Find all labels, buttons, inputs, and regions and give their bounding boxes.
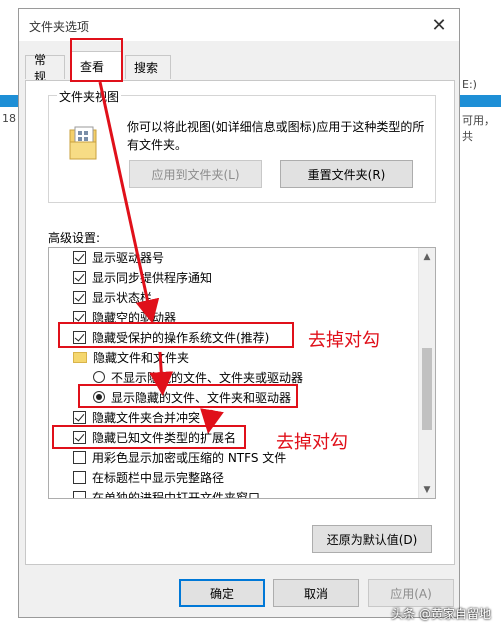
- list-item[interactable]: 隐藏已知文件类型的扩展名: [73, 427, 236, 447]
- close-icon: ✕: [431, 14, 447, 36]
- checkbox[interactable]: [73, 410, 86, 424]
- radio-button[interactable]: [93, 391, 105, 403]
- vertical-scrollbar[interactable]: ▲ ▼: [418, 248, 435, 498]
- list-item[interactable]: 显示隐藏的文件、文件夹和驱动器: [93, 387, 291, 407]
- checkbox[interactable]: [73, 470, 86, 484]
- reset-folders-button[interactable]: 重置文件夹(R): [280, 160, 413, 188]
- dialog-title: 文件夹选项: [29, 20, 90, 34]
- background-window-highlight: [0, 95, 20, 107]
- advanced-settings-label: 高级设置:: [48, 231, 101, 245]
- list-item[interactable]: 显示同步提供程序通知: [73, 267, 212, 287]
- annotation-remove-check-1: 去掉对勾: [308, 330, 380, 351]
- list-item-label: 显示状态栏: [92, 290, 153, 305]
- list-item[interactable]: 隐藏文件夹合并冲突: [73, 407, 200, 427]
- list-item-label: 显示同步提供程序通知: [92, 270, 213, 285]
- list-item-label: 隐藏文件夹合并冲突: [92, 410, 201, 425]
- checkbox[interactable]: [73, 310, 86, 324]
- restore-defaults-button[interactable]: 还原为默认值(D): [312, 525, 432, 553]
- list-item-label: 显示隐藏的文件、文件夹和驱动器: [111, 390, 292, 405]
- advanced-settings-list[interactable]: 显示驱动器号 显示同步提供程序通知 显示状态栏 隐藏空的驱动器 隐藏受保护的操作…: [48, 247, 436, 499]
- list-item[interactable]: 隐藏受保护的操作系统文件(推荐): [73, 327, 269, 347]
- close-button[interactable]: ✕: [419, 9, 459, 41]
- apply-button[interactable]: 应用(A): [368, 579, 454, 607]
- list-item[interactable]: 在标题栏中显示完整路径: [73, 467, 224, 487]
- background-text-left: 18: [2, 112, 16, 125]
- list-item-label: 隐藏已知文件类型的扩展名: [92, 430, 237, 445]
- list-item-label: 隐藏文件和文件夹: [93, 350, 190, 365]
- list-item[interactable]: 在单独的进程中打开文件夹窗口: [73, 487, 261, 499]
- title-bar: 文件夹选项 ✕: [19, 9, 459, 41]
- list-item-label: 隐藏空的驱动器: [92, 310, 177, 325]
- apply-to-folders-button[interactable]: 应用到文件夹(L): [129, 160, 262, 188]
- cancel-button[interactable]: 取消: [273, 579, 359, 607]
- checkbox[interactable]: [73, 490, 86, 498]
- checkbox[interactable]: [73, 250, 86, 264]
- checkbox[interactable]: [73, 330, 86, 344]
- list-item-label: 用彩色显示加密或压缩的 NTFS 文件: [92, 450, 287, 465]
- checkbox[interactable]: [73, 430, 86, 444]
- folder-icon: [73, 351, 87, 363]
- list-item-label: 在标题栏中显示完整路径: [92, 470, 225, 485]
- list-item[interactable]: 用彩色显示加密或压缩的 NTFS 文件: [73, 447, 286, 467]
- scroll-down-arrow-icon[interactable]: ▼: [419, 481, 435, 498]
- radio-button[interactable]: [93, 371, 105, 383]
- list-item[interactable]: 显示状态栏: [73, 287, 152, 307]
- ok-button[interactable]: 确定: [179, 579, 265, 607]
- list-item[interactable]: 不显示隐藏的文件、文件夹或驱动器: [93, 367, 303, 387]
- checkbox[interactable]: [73, 290, 86, 304]
- list-item[interactable]: 显示驱动器号: [73, 248, 165, 267]
- checkbox[interactable]: [73, 270, 86, 284]
- tab-view[interactable]: 查看: [71, 51, 123, 81]
- tab-general[interactable]: 常规: [25, 53, 65, 84]
- folder-views-description: 你可以将此视图(如详细信息或图标)应用于这种类型的所有文件夹。: [127, 120, 425, 152]
- annotation-remove-check-2: 去掉对勾: [276, 432, 348, 453]
- list-item-label: 在单独的进程中打开文件夹窗口: [92, 490, 261, 499]
- list-item[interactable]: 隐藏空的驱动器: [73, 307, 176, 327]
- tab-search[interactable]: 搜索: [125, 55, 171, 79]
- tab-bar: 常规 查看 搜索: [25, 51, 455, 84]
- list-item: 隐藏文件和文件夹: [73, 347, 189, 367]
- checkbox[interactable]: [73, 450, 86, 464]
- folder-options-dialog: 文件夹选项 ✕ 常规 查看 搜索 文件夹视图 你可以将此视图(如详细信息或图标)…: [18, 8, 460, 618]
- list-item-label: 不显示隐藏的文件、文件夹或驱动器: [111, 370, 304, 385]
- background-text-right: 可用，共: [462, 114, 495, 143]
- background-text-right-top: E:): [462, 78, 477, 91]
- view-tab-panel: 文件夹视图 你可以将此视图(如详细信息或图标)应用于这种类型的所有文件夹。 应用…: [25, 80, 455, 565]
- list-item-label: 显示驱动器号: [92, 250, 165, 265]
- list-item-label: 隐藏受保护的操作系统文件(推荐): [92, 330, 270, 345]
- folder-views-group: 文件夹视图 你可以将此视图(如详细信息或图标)应用于这种类型的所有文件夹。 应用…: [48, 88, 436, 203]
- scrollbar-thumb[interactable]: [422, 348, 432, 430]
- folder-view-icon: [69, 126, 97, 160]
- watermark: 头条 @黄家自留地: [391, 607, 491, 621]
- background-window-highlight-right: [460, 95, 501, 107]
- scroll-up-arrow-icon[interactable]: ▲: [419, 248, 435, 265]
- folder-views-legend: 文件夹视图: [57, 88, 122, 105]
